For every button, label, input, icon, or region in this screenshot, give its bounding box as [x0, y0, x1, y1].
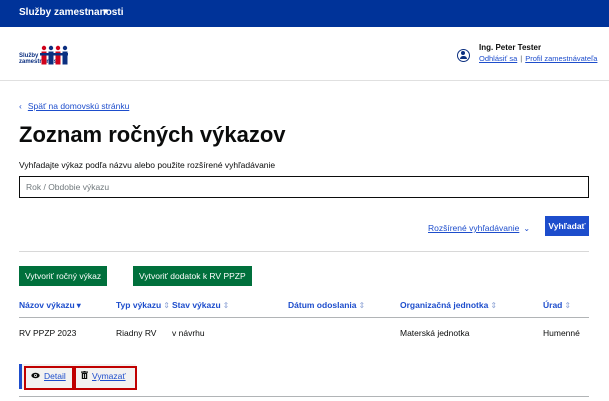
search-button[interactable]: Vyhľadať: [545, 216, 589, 236]
top-bar: Služby zamestnanosti ▾: [0, 0, 609, 27]
chevron-left-icon: ‹: [19, 101, 22, 111]
sort-icon: ⇕: [564, 301, 572, 310]
cell-office: Humenné: [543, 328, 580, 338]
column-header-org-unit[interactable]: Organizačná jednotka ⇕: [400, 300, 497, 310]
column-label: Úrad: [543, 300, 563, 310]
user-name: Ing. Peter Tester: [479, 43, 542, 52]
column-label: Dátum odoslania: [288, 300, 357, 310]
logout-link[interactable]: Odhlásiť sa: [479, 54, 517, 63]
search-input[interactable]: [19, 176, 589, 198]
search-hint: Vyhľadajte výkaz podľa názvu alebo použi…: [19, 160, 276, 170]
create-report-button[interactable]: Vytvoriť ročný výkaz: [19, 266, 108, 286]
user-links: Odhlásiť sa | Profil zamestnávateľa: [479, 54, 597, 63]
column-label: Organizačná jednotka: [400, 300, 489, 310]
sort-icon: ⇕: [222, 301, 230, 310]
advanced-search-toggle[interactable]: Rozšírené vyhľadávanie ⌄: [428, 223, 530, 233]
create-addendum-button[interactable]: Vytvoriť dodatok k RV PPZP: [133, 266, 252, 286]
back-link[interactable]: ‹ Späť na domovskú stránku: [19, 101, 129, 111]
column-header-office[interactable]: Úrad ⇕: [543, 300, 571, 310]
header: Služby zamestnanosti Ing. Peter Tester O…: [0, 27, 609, 79]
table-header-divider: [19, 317, 589, 318]
sort-icon: ⇕: [490, 301, 498, 310]
trash-icon: [81, 371, 88, 381]
header-divider: [0, 80, 609, 81]
advanced-search-label: Rozšírené vyhľadávanie: [428, 223, 520, 233]
cell-org-unit: Materská jednotka: [400, 328, 470, 338]
chevron-down-icon[interactable]: ▾: [103, 6, 108, 17]
back-link-label: Späť na domovskú stránku: [27, 101, 130, 111]
sort-desc-icon: ▾: [76, 301, 81, 310]
column-label: Stav výkazu: [172, 300, 221, 310]
sort-icon: ⇕: [163, 301, 170, 310]
site-logo[interactable]: Služby zamestnanosti: [19, 45, 69, 69]
page-title: Zoznam ročných výkazov: [19, 122, 286, 147]
detail-label: Detail: [44, 371, 66, 381]
cell-type: Riadny RV: [116, 328, 157, 338]
user-icon: [457, 49, 470, 62]
profile-link[interactable]: Profil zamestnávateľa: [525, 54, 597, 63]
delete-link[interactable]: Vymazať: [81, 371, 126, 381]
column-label: Typ výkazu: [116, 300, 162, 310]
table-header: Názov výkazu ▾ Typ výkazu ⇕ Stav výkazu ⇕ D…: [19, 300, 589, 314]
column-header-type[interactable]: Typ výkazu ⇕: [116, 300, 170, 310]
column-label: Názov výkazu: [19, 300, 75, 310]
table-row[interactable]: RV PPZP 2023 Riadny RV v návrhu Materská…: [19, 328, 589, 342]
link-separator: |: [520, 54, 523, 63]
chevron-down-icon: ⌄: [523, 224, 531, 233]
table-bottom-divider: [19, 396, 589, 397]
cell-status: v návrhu: [172, 328, 205, 338]
detail-link[interactable]: Detail: [31, 371, 66, 381]
people-logo-icon: [40, 45, 68, 65]
column-header-sent-date[interactable]: Dátum odoslania ⇕: [288, 300, 365, 310]
eye-icon: [31, 371, 40, 381]
delete-label: Vymazať: [92, 371, 126, 381]
sort-icon: ⇕: [358, 301, 366, 310]
user-menu: Ing. Peter Tester Odhlásiť sa | Profil zam…: [457, 43, 607, 73]
cell-name: RV PPZP 2023: [19, 328, 77, 338]
column-header-status[interactable]: Stav výkazu ⇕: [172, 300, 229, 310]
section-divider: [19, 251, 589, 252]
column-header-name[interactable]: Názov výkazu ▾: [19, 300, 81, 310]
